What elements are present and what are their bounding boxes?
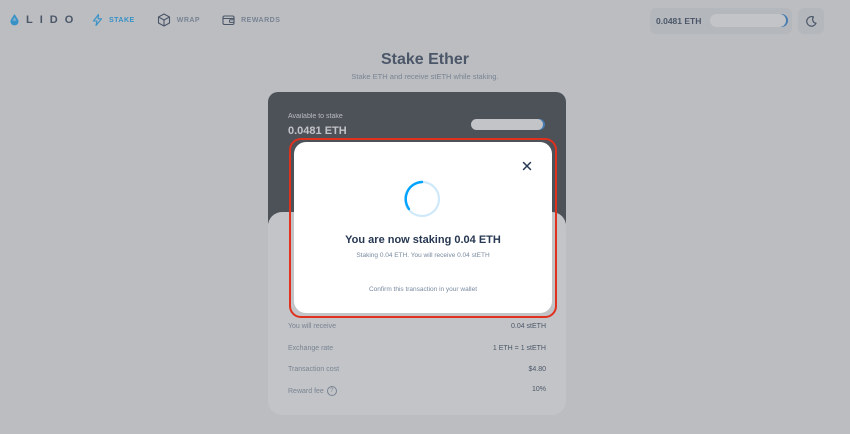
modal-title: You are now staking 0.04 ETH [345, 234, 501, 246]
close-icon [522, 161, 532, 171]
modal-footer-text: Confirm this transaction in your wallet [368, 286, 477, 293]
modal-close-button[interactable] [520, 159, 534, 173]
app: LIDO STAKE WRAP REWARDS 0.0481 ETH Stake… [0, 0, 850, 434]
modal-description: Staking 0.04 ETH. You will receive 0.04 … [356, 252, 490, 259]
loading-spinner-icon [403, 180, 441, 218]
